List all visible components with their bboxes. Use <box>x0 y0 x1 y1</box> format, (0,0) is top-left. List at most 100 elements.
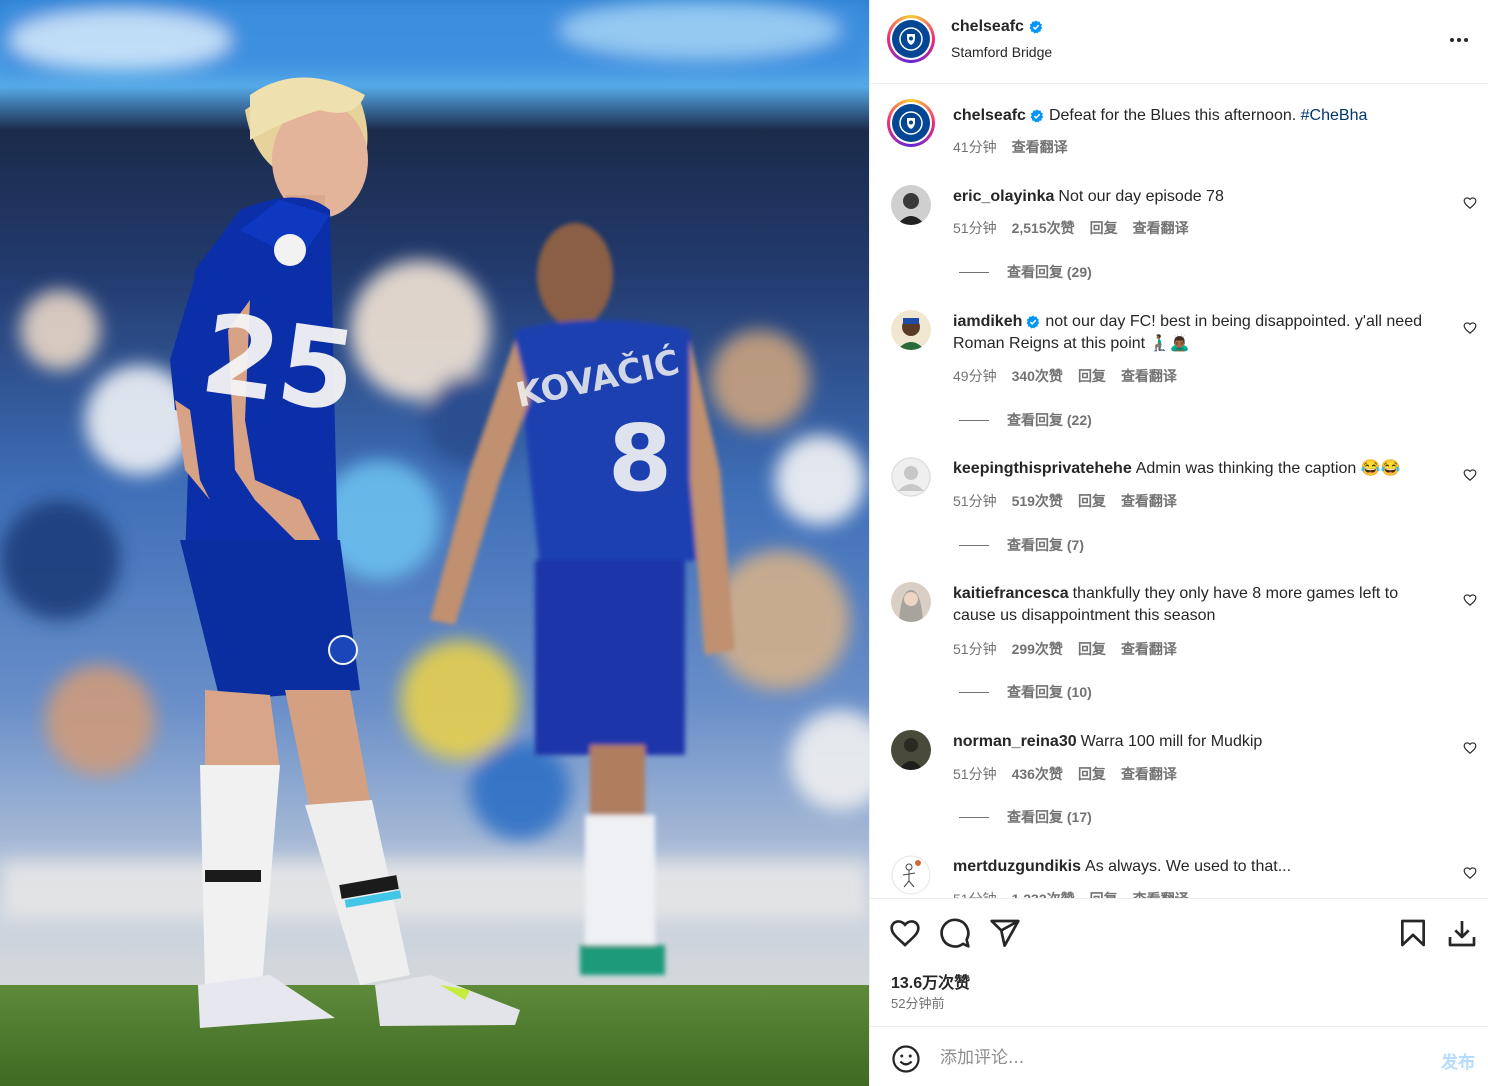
comment-time[interactable]: 51分钟 <box>953 764 997 784</box>
comment-composer: 发布 <box>870 1026 1488 1086</box>
comment-body: As always. We used to that... <box>1085 858 1292 875</box>
comments-list[interactable]: chelseafc Defeat for the Blues this after… <box>870 85 1488 898</box>
comment-body: Not our day episode 78 <box>1058 188 1224 205</box>
translate-link[interactable]: 查看翻译 <box>1133 889 1189 898</box>
reply-button[interactable]: 回复 <box>1078 491 1106 511</box>
share-icon[interactable] <box>989 917 1021 949</box>
view-replies-label[interactable]: 查看回复 (7) <box>1007 535 1084 555</box>
reply-button[interactable]: 回复 <box>1078 764 1106 784</box>
translate-link[interactable]: 查看翻译 <box>1121 639 1177 659</box>
caption-avatar[interactable] <box>887 99 935 147</box>
replies-divider <box>959 271 989 273</box>
view-replies-button[interactable]: 查看回复 (29) <box>959 262 1092 282</box>
comment-text: keepingthisprivatehehe Admin was thinking… <box>953 458 1443 480</box>
post-time[interactable]: 52分钟前 <box>891 993 944 1012</box>
comment-time[interactable]: 51分钟 <box>953 639 997 659</box>
author-username[interactable]: chelseafc <box>951 18 1043 36</box>
comment-username[interactable]: mertduzgundikis <box>953 858 1081 875</box>
comment-meta: 49分钟 340次赞 回复 查看翻译 <box>953 366 1177 386</box>
author-username-text[interactable]: chelseafc <box>951 18 1024 36</box>
caption-meta: 41分钟 查看翻译 <box>953 137 1068 157</box>
heart-icon[interactable] <box>1463 468 1477 482</box>
comment-body: Admin was thinking the caption 😂😂 <box>1135 460 1401 477</box>
comment-username[interactable]: iamdikeh <box>953 313 1022 330</box>
view-replies-button[interactable]: 查看回复 (22) <box>959 410 1092 430</box>
caption-text: chelseafc Defeat for the Blues this after… <box>953 105 1443 127</box>
commenter-avatar[interactable] <box>891 730 931 770</box>
comment-text: kaitiefrancesca thankfully they only have… <box>953 583 1443 627</box>
caption-hashtag[interactable]: #CheBha <box>1301 107 1368 124</box>
verified-icon <box>1026 315 1040 329</box>
translate-link[interactable]: 查看翻译 <box>1121 764 1177 784</box>
comment-text: iamdikeh not our day FC! best in being di… <box>953 311 1443 355</box>
heart-icon[interactable] <box>1463 741 1477 755</box>
comment-body: Warra 100 mill for Mudkip <box>1080 733 1263 750</box>
bookmark-icon[interactable] <box>1397 917 1429 949</box>
download-icon[interactable] <box>1446 917 1478 949</box>
comment-username[interactable]: norman_reina30 <box>953 733 1077 750</box>
more-icon[interactable] <box>1447 28 1471 52</box>
front-player-number: 25 <box>194 289 363 437</box>
translate-link[interactable]: 查看翻译 <box>1133 218 1189 238</box>
view-replies-label[interactable]: 查看回复 (29) <box>1007 262 1092 282</box>
comment-username[interactable]: eric_olayinka <box>953 188 1054 205</box>
replies-divider <box>959 419 989 421</box>
back-player-number: 8 <box>608 405 672 512</box>
post-photo: KOVAČIĆ 8 25 <box>0 0 869 1086</box>
comment-username[interactable]: kaitiefrancesca <box>953 585 1069 602</box>
comment-likes[interactable]: 519次赞 <box>1012 491 1063 511</box>
commenter-avatar[interactable] <box>891 582 931 622</box>
view-replies-label[interactable]: 查看回复 (17) <box>1007 807 1092 827</box>
comment-time[interactable]: 51分钟 <box>953 218 997 238</box>
commenter-avatar[interactable] <box>891 185 931 225</box>
comment-likes[interactable]: 1,232次赞 <box>1012 889 1075 898</box>
heart-icon[interactable] <box>1463 866 1477 880</box>
heart-icon[interactable] <box>1463 593 1477 607</box>
chelsea-crest-icon <box>892 20 930 58</box>
comment-username[interactable]: keepingthisprivatehehe <box>953 460 1132 477</box>
heart-icon[interactable] <box>1463 321 1477 335</box>
view-replies-button[interactable]: 查看回复 (10) <box>959 682 1092 702</box>
commenter-avatar[interactable] <box>891 855 931 895</box>
reply-button[interactable]: 回复 <box>1090 889 1118 898</box>
comment-meta: 51分钟 519次赞 回复 查看翻译 <box>953 491 1177 511</box>
comment-likes[interactable]: 2,515次赞 <box>1012 218 1075 238</box>
comment-icon[interactable] <box>939 917 971 949</box>
likes-count[interactable]: 13.6万次赞 <box>891 969 970 993</box>
reply-button[interactable]: 回复 <box>1078 366 1106 386</box>
author-avatar[interactable] <box>887 15 935 63</box>
commenter-avatar[interactable] <box>891 310 931 350</box>
post-sidebar: chelseafc Stamford Bridge chelseafc Defe… <box>869 0 1488 1086</box>
heart-icon[interactable] <box>1463 196 1477 210</box>
caption-translate-link[interactable]: 查看翻译 <box>1012 137 1068 157</box>
heart-icon[interactable] <box>889 917 921 949</box>
replies-divider <box>959 816 989 818</box>
replies-divider <box>959 691 989 693</box>
emoji-icon[interactable] <box>891 1044 921 1074</box>
reply-button[interactable]: 回复 <box>1078 639 1106 659</box>
post-location[interactable]: Stamford Bridge <box>951 44 1052 60</box>
commenter-avatar[interactable] <box>891 457 931 497</box>
comment-input[interactable] <box>940 1045 1410 1071</box>
translate-link[interactable]: 查看翻译 <box>1121 366 1177 386</box>
view-replies-label[interactable]: 查看回复 (10) <box>1007 682 1092 702</box>
comment-likes[interactable]: 340次赞 <box>1012 366 1063 386</box>
view-replies-button[interactable]: 查看回复 (7) <box>959 535 1084 555</box>
reply-button[interactable]: 回复 <box>1090 218 1118 238</box>
caption-time[interactable]: 41分钟 <box>953 137 997 157</box>
verified-icon <box>1029 20 1043 34</box>
view-replies-button[interactable]: 查看回复 (17) <box>959 807 1092 827</box>
caption-username[interactable]: chelseafc <box>953 107 1026 124</box>
comment-likes[interactable]: 436次赞 <box>1012 764 1063 784</box>
caption-body: Defeat for the Blues this afternoon. <box>1048 107 1297 124</box>
post-comment-button[interactable]: 发布 <box>1441 1048 1475 1073</box>
chelsea-crest-icon <box>892 104 930 142</box>
comment-meta: 51分钟 2,515次赞 回复 查看翻译 <box>953 218 1189 238</box>
view-replies-label[interactable]: 查看回复 (22) <box>1007 410 1092 430</box>
comment-time[interactable]: 51分钟 <box>953 889 997 898</box>
comment-time[interactable]: 51分钟 <box>953 491 997 511</box>
comment-body: not our day FC! best in being disappoint… <box>953 313 1422 352</box>
translate-link[interactable]: 查看翻译 <box>1121 491 1177 511</box>
comment-time[interactable]: 49分钟 <box>953 366 997 386</box>
comment-likes[interactable]: 299次赞 <box>1012 639 1063 659</box>
